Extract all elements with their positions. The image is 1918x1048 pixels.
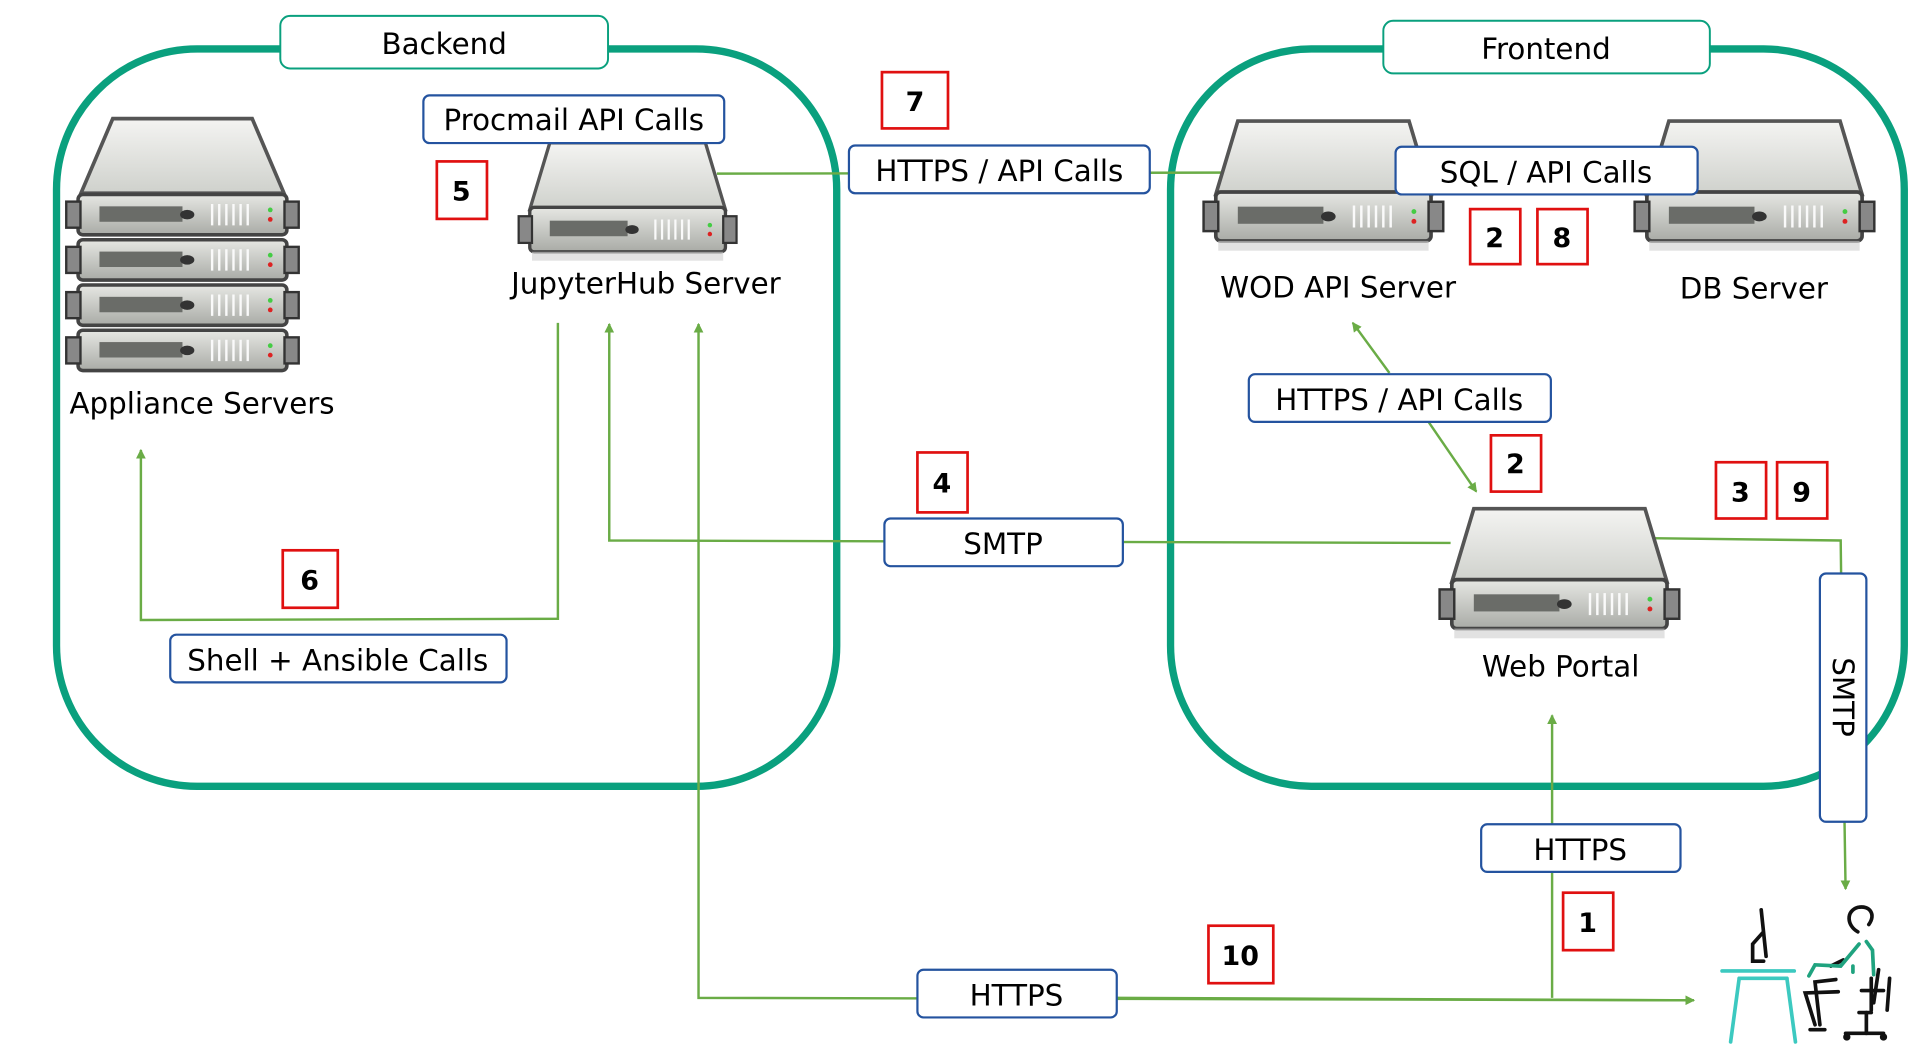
line-portal-wod-up bbox=[1351, 321, 1391, 374]
jupyterhub-server-icon bbox=[516, 141, 739, 263]
step-10: 10 bbox=[1207, 924, 1275, 985]
appliance-servers bbox=[64, 116, 301, 373]
jupyterhub-server-label: JupyterHub Server bbox=[509, 267, 782, 301]
step-4: 4 bbox=[916, 451, 969, 514]
smtp-backend-label: SMTP bbox=[883, 517, 1124, 568]
step-3: 3 bbox=[1714, 460, 1768, 520]
backend-label: Backend bbox=[279, 14, 610, 70]
line-portal-wod-down bbox=[1427, 421, 1478, 493]
step-1: 1 bbox=[1561, 891, 1615, 952]
portal-wod-text: HTTPS / API Calls bbox=[1275, 383, 1523, 417]
step-9: 9 bbox=[1775, 460, 1829, 520]
svg-text:8: 8 bbox=[1553, 223, 1572, 254]
procmail-text: Procmail API Calls bbox=[444, 103, 705, 137]
smtp-user-label: SMTP bbox=[1818, 572, 1868, 823]
sql-label: SQL / API Calls bbox=[1394, 145, 1699, 196]
architecture-diagram: Backend Frontend Appliance Servers Jupyt… bbox=[52, 14, 1908, 1044]
svg-text:1: 1 bbox=[1578, 908, 1597, 939]
shell-label: Shell + Ansible Calls bbox=[169, 633, 508, 684]
step-2-wod: 2 bbox=[1468, 207, 1522, 266]
db-server-label: DB Server bbox=[1680, 272, 1829, 306]
portal-wod-label: HTTPS / API Calls bbox=[1247, 373, 1552, 423]
smtp-backend-text: SMTP bbox=[963, 527, 1043, 561]
shell-text: Shell + Ansible Calls bbox=[187, 643, 488, 677]
frontend-title: Frontend bbox=[1481, 32, 1610, 66]
step-8: 8 bbox=[1536, 207, 1589, 266]
smtp-user-text: SMTP bbox=[1826, 657, 1860, 737]
https-portal-text: HTTPS bbox=[1533, 833, 1627, 867]
wod-api-server-label: WOD API Server bbox=[1220, 270, 1457, 304]
svg-text:4: 4 bbox=[933, 469, 952, 500]
svg-text:6: 6 bbox=[300, 565, 319, 596]
svg-text:7: 7 bbox=[906, 87, 925, 118]
svg-text:9: 9 bbox=[1792, 477, 1811, 508]
web-portal-server-icon bbox=[1437, 506, 1682, 641]
https-portal-label: HTTPS bbox=[1480, 823, 1682, 874]
https-jupyter-label: HTTPS bbox=[916, 968, 1118, 1019]
step-6: 6 bbox=[281, 548, 340, 610]
svg-text:3: 3 bbox=[1731, 477, 1750, 508]
https-jupyter-text: HTTPS bbox=[970, 978, 1064, 1012]
web-portal-label: Web Portal bbox=[1482, 649, 1640, 683]
sql-text: SQL / API Calls bbox=[1440, 155, 1652, 189]
svg-text:10: 10 bbox=[1222, 941, 1259, 972]
jupyter-wod-text: HTTPS / API Calls bbox=[875, 154, 1123, 188]
svg-text:5: 5 bbox=[452, 176, 471, 207]
line-smtp-backend bbox=[604, 322, 1451, 545]
appliance-servers-label: Appliance Servers bbox=[69, 387, 334, 421]
svg-text:2: 2 bbox=[1506, 449, 1525, 480]
step-7: 7 bbox=[880, 70, 950, 130]
step-5: 5 bbox=[435, 160, 489, 221]
step-2-portal: 2 bbox=[1489, 433, 1543, 493]
backend-title: Backend bbox=[381, 27, 506, 61]
frontend-label: Frontend bbox=[1382, 19, 1711, 75]
jupyter-wod-label: HTTPS / API Calls bbox=[847, 144, 1151, 195]
procmail-label: Procmail API Calls bbox=[422, 94, 726, 145]
svg-text:2: 2 bbox=[1485, 223, 1504, 254]
